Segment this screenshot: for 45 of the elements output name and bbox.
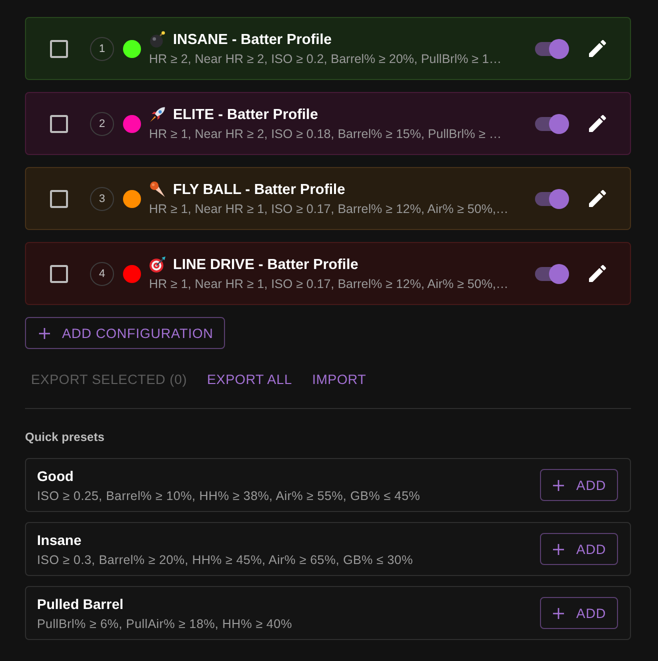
order-number: 4: [90, 262, 114, 286]
pencil-icon: [589, 190, 606, 207]
checkbox[interactable]: [50, 114, 68, 132]
profile-title: ELITE - Batter Profile: [173, 106, 318, 122]
profile-title: FLY BALL - Batter Profile: [173, 182, 346, 198]
add-configuration-button[interactable]: ADD CONFIGURATION: [25, 317, 226, 349]
criteria-text: HR ≥ 1, Near HR ≥ 1, ISO ≥ 0.17, Barrel% ≥ 12%, Air% ≥ 50%,…: [149, 202, 510, 216]
pencil-icon: [589, 265, 606, 282]
add-button[interactable]: ADD: [540, 469, 618, 501]
section-heading: Quick presets: [25, 430, 106, 444]
preset-name: Good: [37, 468, 75, 484]
comet-icon: [149, 181, 166, 198]
enable-toggle[interactable]: [535, 264, 569, 284]
preset-criteria: ISO ≥ 0.25, Barrel% ≥ 10%, HH% ≥ 38%, Air% ≥ 55%, GB% ≤ 45%: [37, 488, 422, 502]
order-number: 3: [90, 186, 114, 210]
add-button[interactable]: ADD: [540, 597, 618, 629]
criteria-text: HR ≥ 1, Near HR ≥ 1, ISO ≥ 0.17, Barrel% ≥ 12%, Air% ≥ 50%,…: [149, 277, 510, 291]
profile-title: INSANE - Batter Profile: [173, 32, 332, 48]
criteria-text: HR ≥ 2, Near HR ≥ 2, ISO ≥ 0.2, Barrel% ≥ 20%, PullBrl% ≥ 1…: [149, 52, 502, 66]
plus-icon: [553, 544, 564, 554]
pencil-icon: [589, 115, 606, 132]
order-number: 2: [90, 112, 114, 136]
enable-toggle[interactable]: [535, 38, 569, 58]
profile-title: LINE DRIVE - Batter Profile: [173, 256, 358, 272]
add-button[interactable]: ADD: [540, 533, 618, 565]
plus-icon: [39, 328, 50, 338]
text-button[interactable]: IMPORT: [305, 362, 374, 397]
plus-icon: [553, 608, 564, 618]
bomb-icon: [149, 31, 166, 48]
dart-target-icon: [149, 256, 166, 273]
checkbox[interactable]: [50, 190, 68, 208]
plus-icon: [553, 480, 564, 490]
preset-name: Insane: [37, 532, 82, 548]
enable-toggle[interactable]: [535, 114, 569, 134]
preset-criteria: ISO ≥ 0.3, Barrel% ≥ 20%, HH% ≥ 45%, Air% ≥ 65%, GB% ≤ 30%: [37, 552, 414, 566]
preset-name: Pulled Barrel: [37, 596, 124, 612]
text-button[interactable]: EXPORT ALL: [200, 362, 300, 397]
checkbox[interactable]: [50, 264, 68, 282]
pencil-icon: [589, 40, 606, 57]
checkbox[interactable]: [50, 40, 68, 58]
criteria-text: HR ≥ 1, Near HR ≥ 2, ISO ≥ 0.18, Barrel% ≥ 15%, PullBrl% ≥ …: [149, 127, 502, 141]
rocket-icon: [149, 106, 166, 123]
preset-criteria: PullBrl% ≥ 6%, PullAir% ≥ 18%, HH% ≥ 40%: [37, 616, 294, 630]
order-number: 1: [90, 36, 114, 60]
enable-toggle[interactable]: [535, 188, 569, 208]
